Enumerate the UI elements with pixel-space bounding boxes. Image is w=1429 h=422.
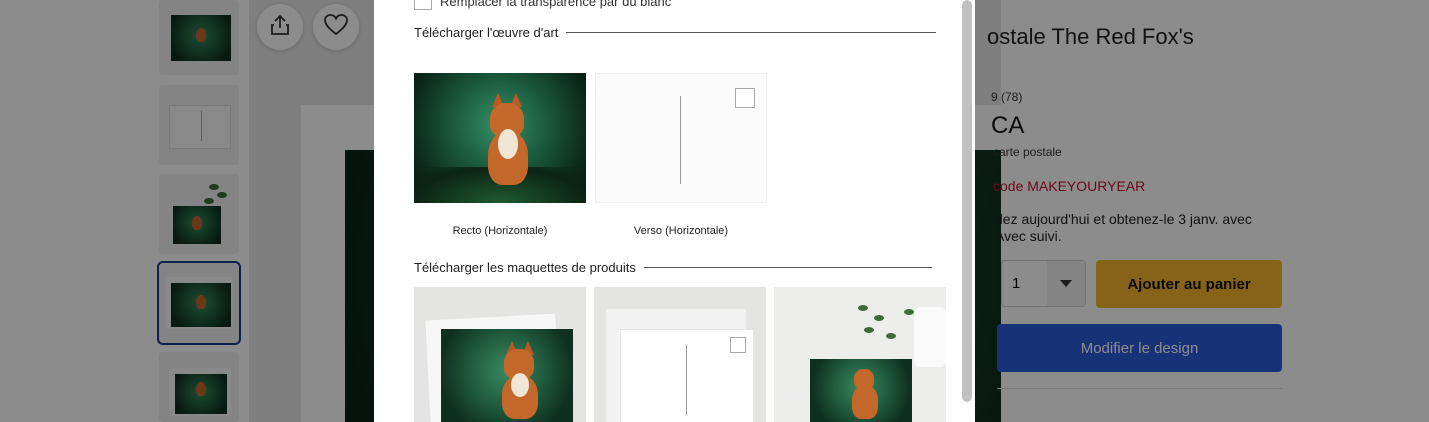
artwork-front-download[interactable] (414, 73, 586, 203)
section-divider (566, 32, 937, 33)
mockup-back[interactable] (594, 287, 766, 422)
transparency-checkbox[interactable] (414, 0, 432, 10)
section-artwork-title: Télécharger l'œuvre d'art (414, 25, 559, 40)
mockup-front[interactable] (414, 287, 586, 422)
download-modal: Remplacer la transparence par du blanc T… (374, 0, 975, 422)
section-mockups-heading: Télécharger les maquettes de produits (414, 260, 932, 275)
transparency-option[interactable]: Remplacer la transparence par du blanc (414, 0, 671, 10)
product-page: ostale The Red Fox's 9 (78) CA carte pos… (0, 0, 1429, 422)
section-divider (643, 267, 932, 268)
front-caption: Recto (Horizontale) (452, 225, 548, 237)
artwork-back-download[interactable] (595, 73, 767, 203)
section-artwork-heading: Télécharger l'œuvre d'art (414, 25, 937, 40)
modal-scrollbar[interactable] (962, 0, 972, 402)
back-caption: Verso (Horizontale) (633, 225, 729, 237)
mockup-scene[interactable] (774, 287, 946, 422)
transparency-label: Remplacer la transparence par du blanc (440, 0, 672, 9)
section-mockups-title: Télécharger les maquettes de produits (414, 260, 636, 275)
stamp-box (735, 88, 755, 108)
